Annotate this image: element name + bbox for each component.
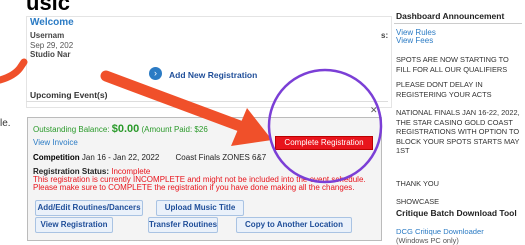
- annotation-overlay: [0, 58, 383, 184]
- left-arrow-mark: [0, 58, 28, 84]
- arrow-shaft-mark: [100, 70, 262, 138]
- highlight-circle: [267, 68, 383, 184]
